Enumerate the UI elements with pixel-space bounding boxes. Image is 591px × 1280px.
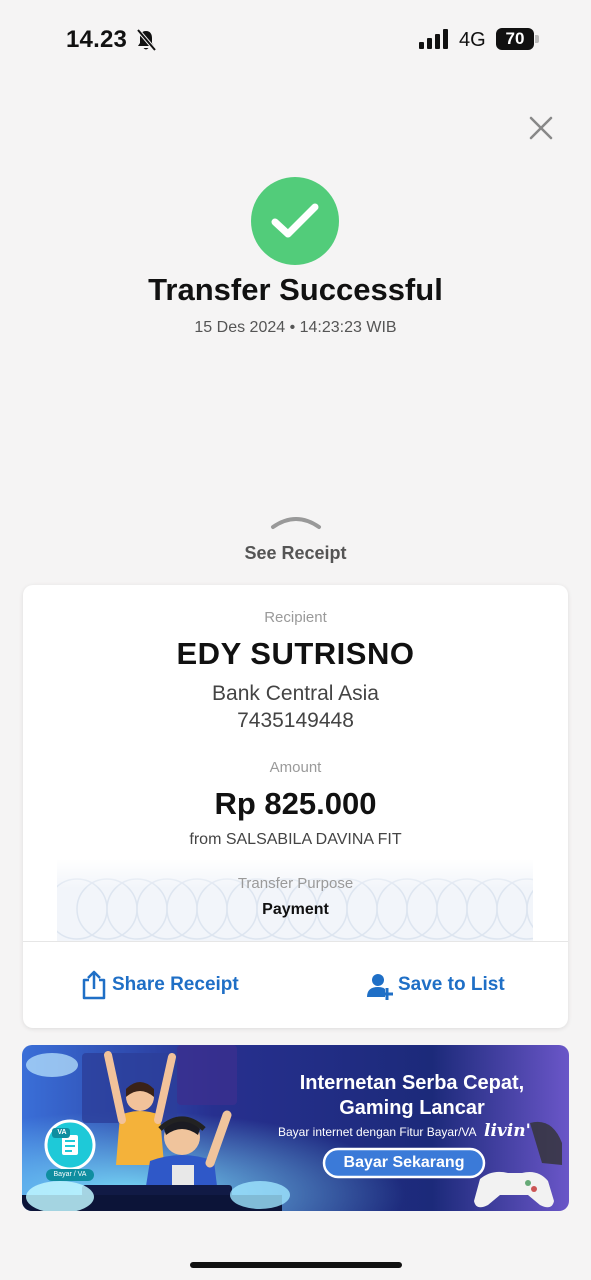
amount-label: Amount <box>269 759 322 776</box>
save-to-list-label: Save to List <box>398 974 505 995</box>
cellular-signal-icon <box>419 29 448 49</box>
recipient-label: Recipient <box>264 609 327 626</box>
banner-headline-2: Gaming Lancar <box>339 1097 485 1119</box>
network-type: 4G <box>459 29 486 51</box>
home-indicator[interactable] <box>190 1262 402 1268</box>
status-time: 14.23 <box>66 26 128 53</box>
sender-name: from SALSABILA DAVINA FIT <box>189 831 402 848</box>
battery-icon: 70 <box>496 28 534 50</box>
close-icon[interactable] <box>526 113 556 143</box>
share-receipt-button[interactable]: Share Receipt <box>80 967 239 1003</box>
chevron-up-icon[interactable] <box>270 514 322 530</box>
divider <box>23 941 568 942</box>
recipient-bank: Bank Central Asia <box>212 682 379 705</box>
transaction-datetime: 15 Des 2024 • 14:23:23 WIB <box>194 319 397 336</box>
bell-muted-icon <box>136 28 157 52</box>
status-bar: 14.23 4G 70 <box>0 0 591 80</box>
see-receipt-toggle[interactable]: See Receipt <box>0 543 591 564</box>
badge-label: Bayar / VA <box>53 1171 87 1178</box>
success-check-icon <box>251 177 339 265</box>
promo-banner[interactable]: VA Bayar / VA Internetan Serba Cepat, Ga… <box>22 1045 569 1211</box>
watermark-pattern <box>57 859 533 941</box>
add-user-icon <box>367 974 393 1000</box>
share-receipt-label: Share Receipt <box>112 974 239 995</box>
badge-va-text: VA <box>57 1129 67 1136</box>
page-title: Transfer Successful <box>148 272 443 307</box>
receipt-card: Recipient EDY SUTRISNO Bank Central Asia… <box>23 585 568 1028</box>
livin-logo: livin' <box>484 1121 531 1141</box>
purpose-label: Transfer Purpose <box>237 875 354 892</box>
save-to-list-button[interactable]: Save to List <box>366 967 505 1003</box>
share-icon <box>82 970 106 1000</box>
transfer-purpose: Payment <box>262 901 329 918</box>
transfer-amount: Rp 825.000 <box>214 786 377 821</box>
banner-subtitle: Bayar internet dengan Fitur Bayar/VA <box>278 1125 477 1139</box>
recipient-account-number: 7435149448 <box>237 709 354 732</box>
battery-tip <box>535 35 539 43</box>
battery-level: 70 <box>505 29 525 48</box>
bayar-sekarang-button[interactable]: Bayar Sekarang <box>324 1149 484 1177</box>
recipient-name: EDY SUTRISNO <box>176 636 415 671</box>
banner-headline-1: Internetan Serba Cepat, <box>299 1072 525 1094</box>
